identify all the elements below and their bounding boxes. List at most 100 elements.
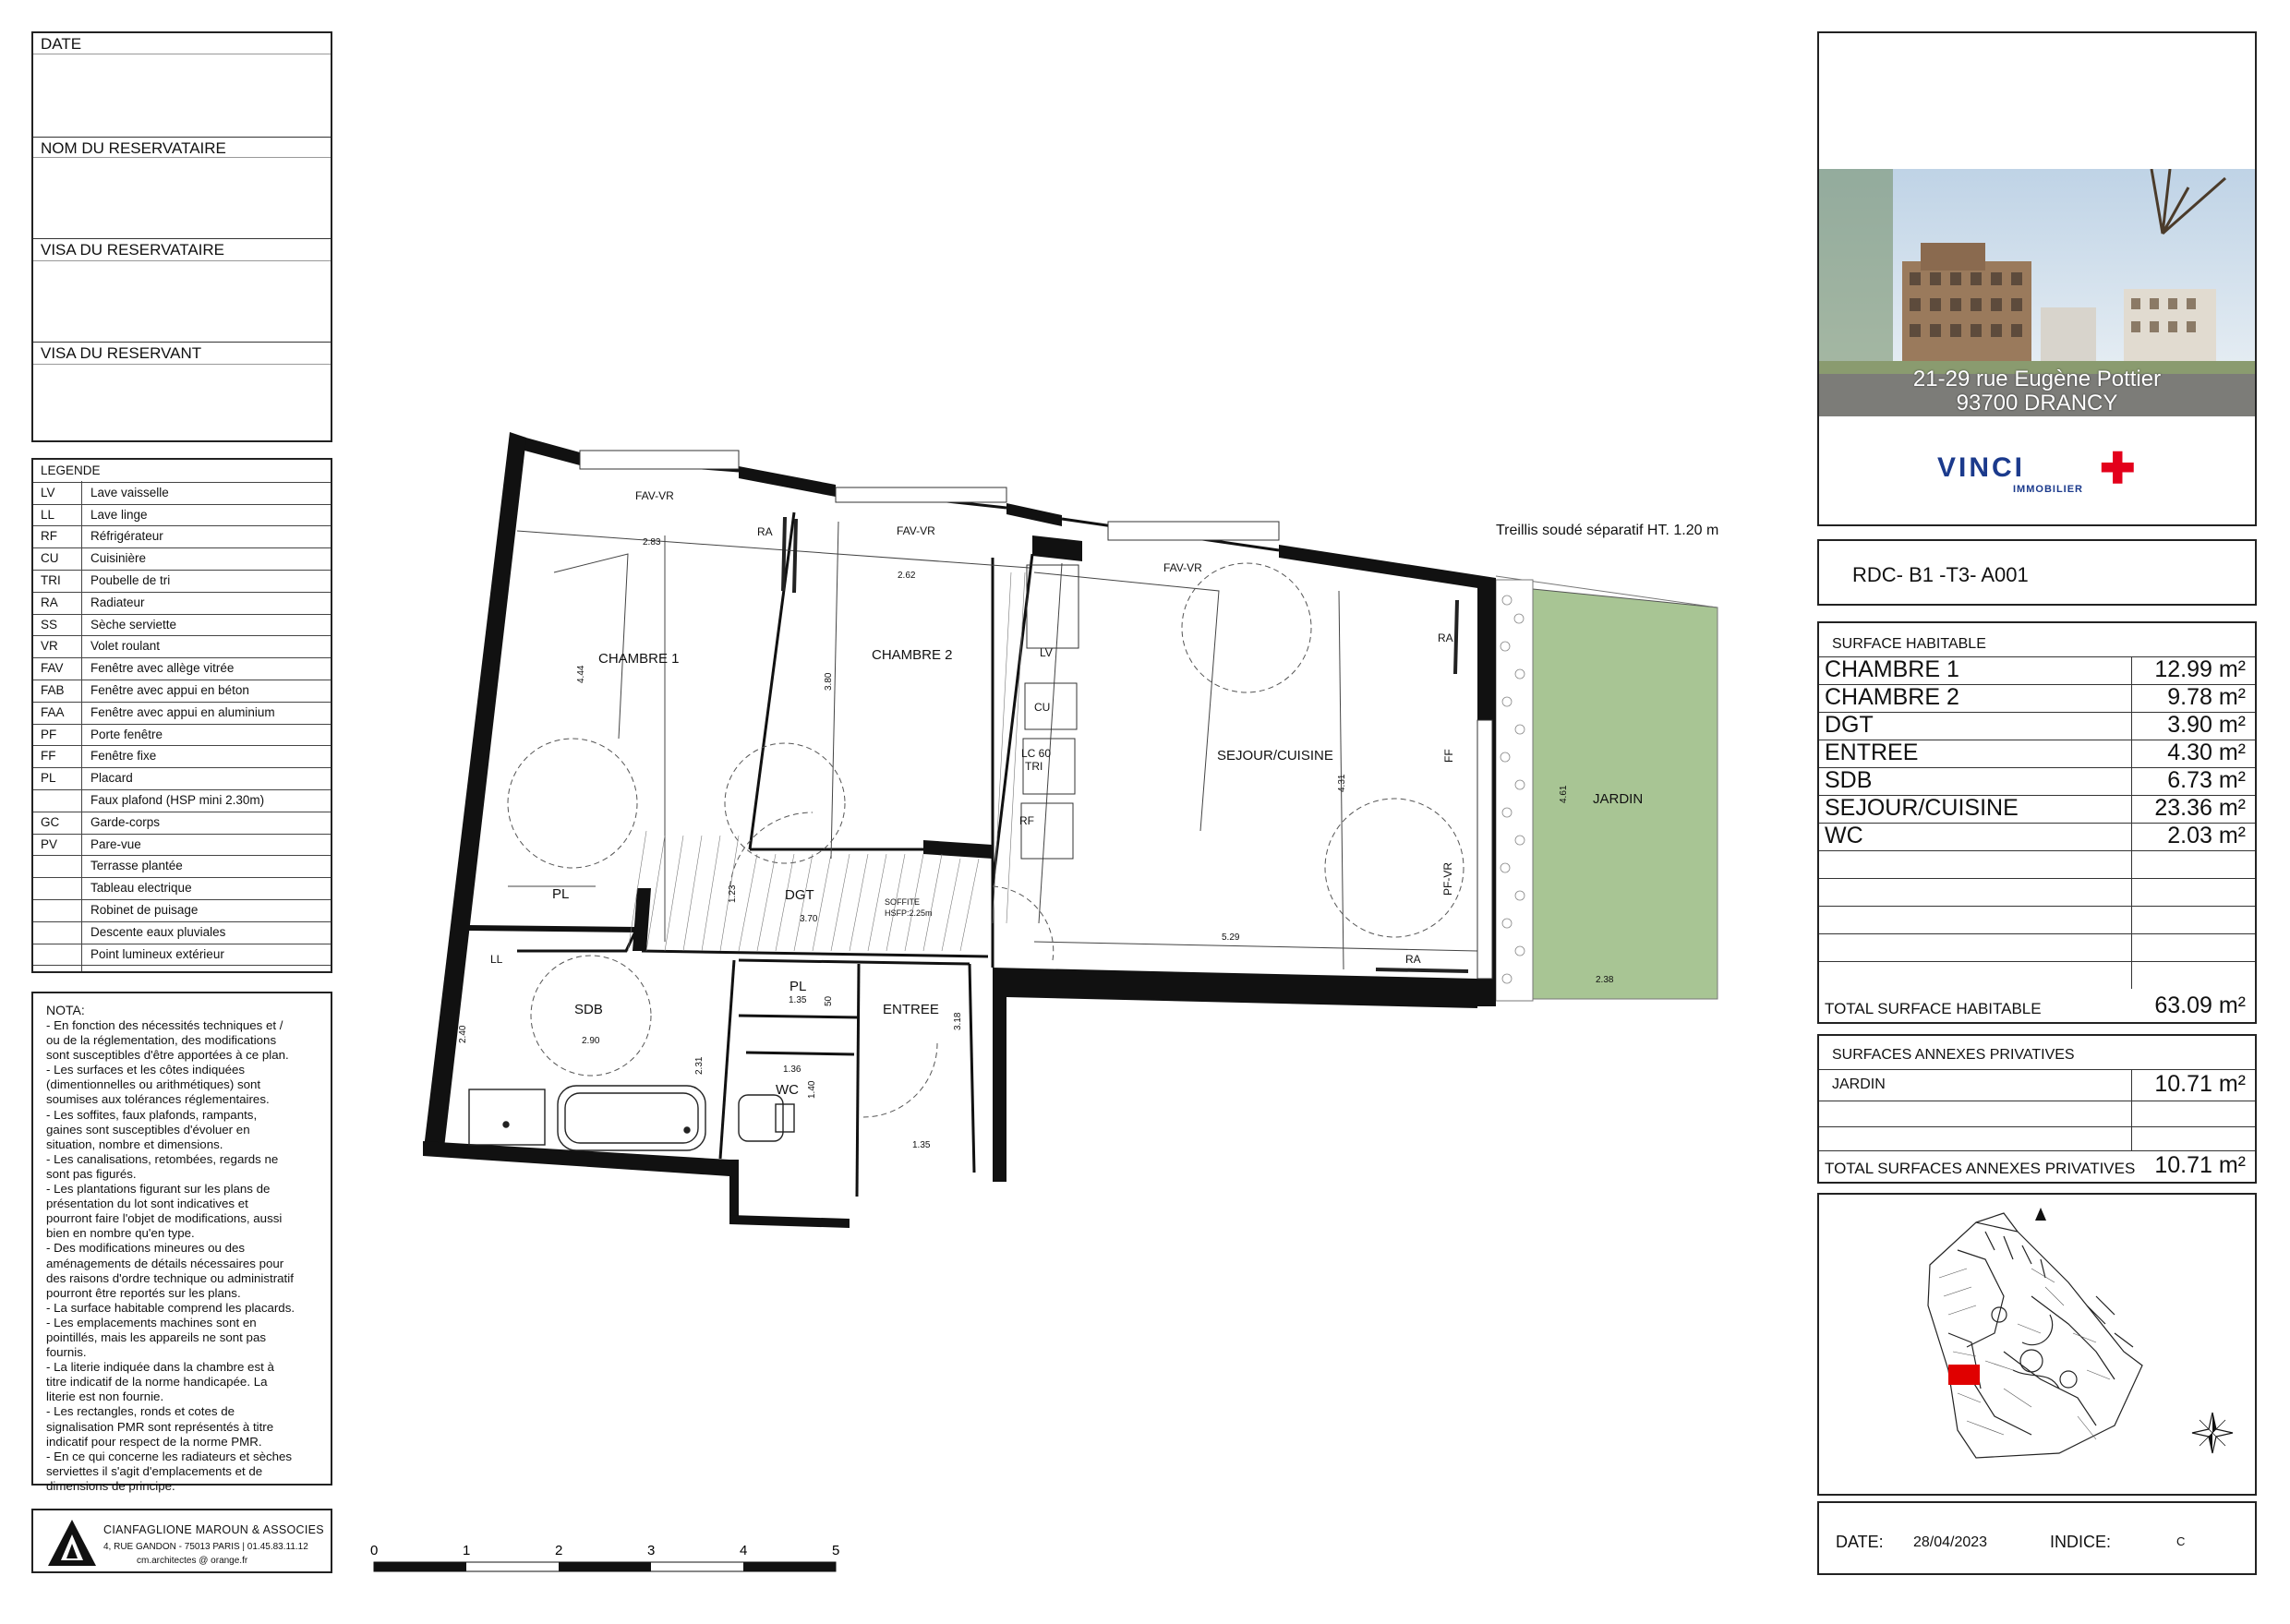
- legend-code: TRI: [41, 573, 61, 587]
- surface-room-name: ENTREE: [1825, 740, 1919, 765]
- architect-logo: [48, 1520, 96, 1566]
- label-rf: RF: [1019, 814, 1034, 827]
- legend-code: PV: [41, 836, 58, 851]
- annex-title: SURFACES ANNEXES PRIVATIVES: [1832, 1047, 2075, 1063]
- legend-row: FAV Fenêtre avec allège vitrée: [33, 657, 331, 680]
- dim-444: 4.44: [576, 665, 586, 683]
- building-render-image: 21-29 rue Eugène Pottier 93700 DRANCY: [1819, 169, 2255, 416]
- dim-370: 3.70: [800, 914, 818, 924]
- surface-room-area: 3.90 m²: [2167, 712, 2246, 738]
- surface-room-name: CHAMBRE 1: [1825, 656, 1959, 682]
- label-fav-3: FAV-VR: [1163, 561, 1202, 574]
- legend-row: PV Pare-vue: [33, 834, 331, 857]
- project-address-city: 93700 DRANCY: [1956, 391, 2118, 415]
- scale-tick-label: 2: [555, 1543, 562, 1558]
- garden-area: [1495, 575, 1718, 1002]
- room-chambre2: CHAMBRE 2: [872, 647, 953, 663]
- legend-description: Point lumineux extérieur: [90, 946, 224, 961]
- legend-row: FAA Fenêtre avec appui en aluminium: [33, 702, 331, 725]
- label-ff: FF: [1442, 749, 1455, 763]
- legend-code: VR: [41, 639, 58, 654]
- room-entree: ENTREE: [883, 1002, 939, 1017]
- legend-description: Volet roulant: [90, 639, 161, 654]
- annex-row-name: JARDIN: [1832, 1077, 1886, 1092]
- room-pl-2: PL: [789, 979, 806, 994]
- surface-room-name: SEJOUR/CUISINE: [1825, 795, 2019, 821]
- project-address-street: 21-29 rue Eugène Pottier: [1912, 367, 2162, 391]
- legend-row: CU Cuisinière: [33, 547, 331, 571]
- surface-room-area: 9.78 m²: [2167, 684, 2246, 710]
- label-pfvr: PF-VR: [1441, 862, 1454, 896]
- legend-table: LEGENDE LV Lave vaisselle LL Lave linge RF Ré…: [31, 458, 332, 973]
- legend-description: Radiateur: [90, 595, 145, 609]
- form-field-visa-reservant: VISA DU RESERVANT: [33, 342, 331, 362]
- annex-total-label: TOTAL SURFACES ANNEXES PRIVATIVES: [1825, 1160, 2136, 1177]
- lot-location-marker: [1948, 1365, 1980, 1385]
- floor-plan: CHAMBRE 1 CHAMBRE 2 SEJOUR/CUISINE JARDI…: [423, 432, 1718, 1228]
- room-jardin: JARDIN: [1593, 791, 1643, 807]
- legend-row: RA Radiateur: [33, 592, 331, 615]
- room-sejour: SEJOUR/CUISINE: [1217, 748, 1333, 764]
- legend-description: Placard: [90, 771, 133, 786]
- dim-123: 1.23: [728, 884, 738, 903]
- legend-description: Pare-vue: [90, 836, 141, 851]
- architect-email: cm.architectes @ orange.fr: [137, 1556, 248, 1566]
- surface-table: SURFACE HABITABLE CHAMBRE 1 12.99 m² CHAMB…: [1817, 621, 2257, 1024]
- legend-description: Cuisinière: [90, 551, 147, 566]
- architect-address: 4, RUE GANDON - 75013 PARIS | 01.45.83.1…: [103, 1542, 308, 1552]
- lot-reference-box: RDC- B1 -T3- A001: [1817, 539, 2257, 606]
- label-ra-2: RA: [1438, 632, 1453, 644]
- dim-283: 2.83: [643, 537, 661, 547]
- notes-text: - En fonction des nécessités techniques …: [46, 1018, 295, 1493]
- surface-room-name: SDB: [1825, 767, 1873, 793]
- notes-title: NOTA:: [46, 1003, 85, 1017]
- legend-row: FF Fenêtre fixe: [33, 745, 331, 769]
- legend-description: Terrasse plantée: [90, 859, 183, 873]
- room-pl-1: PL: [552, 886, 569, 902]
- surface-room-area: 23.36 m²: [2154, 795, 2246, 821]
- legend-description: Fenêtre avec allège vitrée: [90, 661, 235, 676]
- dim-262: 2.62: [898, 571, 916, 581]
- surface-room-area: 6.73 m²: [2167, 767, 2246, 793]
- legend-description: Fenêtre avec appui en béton: [90, 683, 249, 697]
- room-wc: WC: [776, 1082, 799, 1098]
- legend-code: RF: [41, 529, 57, 544]
- legend-code: LL: [41, 507, 55, 522]
- dim-380: 3.80: [824, 672, 834, 691]
- label-fav-1: FAV-VR: [635, 489, 674, 502]
- legend-code: SS: [41, 617, 58, 632]
- dim-461: 4.61: [1559, 785, 1569, 803]
- surface-title: SURFACE HABITABLE: [1832, 636, 1986, 652]
- brand-name: VINCI: [1937, 452, 2026, 483]
- legend-row: TRI Poubelle de tri: [33, 570, 331, 593]
- legend-title-row: LEGENDE: [33, 460, 331, 483]
- legend-row: GC Garde-corps: [33, 812, 331, 835]
- architect-cartouche: CIANFAGLIONE MAROUN & ASSOCIES 4, RUE GA…: [31, 1509, 332, 1573]
- label-ra-3: RA: [1405, 953, 1421, 966]
- legend-description: Garde-corps: [90, 814, 161, 829]
- legend-code: LV: [41, 485, 55, 499]
- site-plan: [1927, 1208, 2234, 1459]
- legend-row: Descente eaux pluviales: [33, 921, 331, 944]
- label-lv: LV: [1040, 646, 1053, 659]
- surface-room-area: 4.30 m²: [2167, 740, 2246, 765]
- label-lc: LC 60: [1021, 747, 1051, 760]
- dim-140: 1.40: [807, 1080, 817, 1099]
- legend-code: FAV: [41, 661, 64, 676]
- date-index-box: DATE: 28/04/2023 INDICE: C: [1817, 1501, 2257, 1575]
- form-field-visa-reservataire: VISA DU RESERVATAIRE: [33, 238, 331, 259]
- legend-description: Tableau electrique: [90, 881, 192, 896]
- label-fav-2: FAV-VR: [897, 524, 935, 537]
- scale-tick-label: 5: [832, 1543, 839, 1558]
- surface-room-area: 12.99 m²: [2154, 656, 2246, 682]
- legend-row: Faux plafond (HSP mini 2.30m): [33, 789, 331, 812]
- index-value: C: [2176, 1534, 2186, 1548]
- legend-row: Robinet de puisage: [33, 899, 331, 922]
- notes-box: NOTA: - En fonction des nécessités techn…: [31, 992, 332, 1493]
- legend-description: Sèche serviette: [90, 617, 177, 632]
- dim-50: 50: [824, 995, 834, 1006]
- legend-description: Porte fenêtre: [90, 727, 163, 741]
- label-soffite: SOFFITE: [885, 897, 920, 907]
- vinci-cross-icon: ✚: [2100, 444, 2136, 492]
- label-ra-1: RA: [757, 525, 773, 538]
